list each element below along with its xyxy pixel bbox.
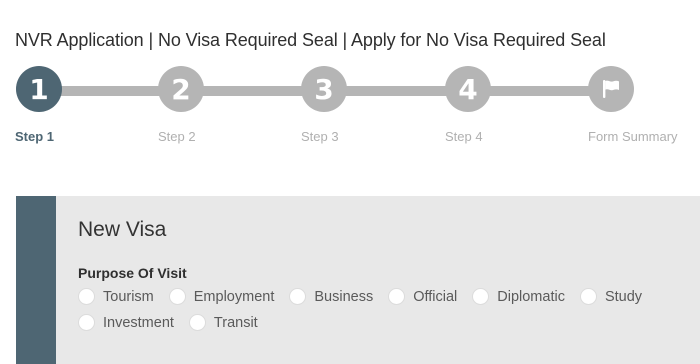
radio-label: Tourism <box>103 288 154 305</box>
step-4[interactable]: 4 Step 4 <box>445 62 575 152</box>
flag-icon <box>603 80 619 98</box>
step-2[interactable]: 2 Step 2 <box>158 62 288 152</box>
radio-label: Transit <box>213 314 258 331</box>
step-summary-circle <box>588 66 634 112</box>
new-visa-panel: New Visa Purpose Of Visit Tourism Employ… <box>16 196 700 364</box>
step-3[interactable]: 3 Step 3 <box>301 62 431 152</box>
purpose-radio-group-row-2: Investment Transit <box>78 314 274 331</box>
purpose-of-visit-label: Purpose Of Visit <box>78 265 187 281</box>
radio-option-official[interactable]: Official <box>388 288 457 305</box>
radio-option-investment[interactable]: Investment <box>78 314 174 331</box>
radio-button[interactable] <box>78 288 95 305</box>
radio-option-diplomatic[interactable]: Diplomatic <box>472 288 565 305</box>
step-4-circle: 4 <box>445 66 491 112</box>
radio-button[interactable] <box>388 288 406 305</box>
radio-label: Study <box>604 288 643 305</box>
page-title: NVR Application | No Visa Required Seal … <box>15 30 606 50</box>
radio-option-tourism[interactable]: Tourism <box>78 288 154 305</box>
step-form-summary[interactable]: Form Summary <box>588 62 700 152</box>
radio-label: Employment <box>193 288 275 305</box>
radio-option-business[interactable]: Business <box>289 288 373 305</box>
radio-label: Official <box>413 288 458 305</box>
step-summary-label: Form Summary <box>588 129 678 144</box>
radio-button[interactable] <box>472 288 490 305</box>
radio-button[interactable] <box>78 314 95 331</box>
step-1-circle: 1 <box>16 66 62 112</box>
purpose-radio-group-row-1: Tourism Employment Business Official Dip… <box>78 288 642 305</box>
radio-label: Business <box>314 288 374 305</box>
radio-button[interactable] <box>579 288 597 305</box>
radio-option-transit[interactable]: Transit <box>188 314 258 331</box>
radio-label: Investment <box>103 314 174 331</box>
radio-button[interactable] <box>289 288 307 305</box>
step-2-label: Step 2 <box>158 129 196 144</box>
step-2-circle: 2 <box>158 66 204 112</box>
step-1-label: Step 1 <box>15 129 55 144</box>
radio-option-study[interactable]: Study <box>579 288 643 305</box>
step-4-label: Step 4 <box>445 129 483 144</box>
radio-button[interactable] <box>168 288 186 305</box>
page: NVR Application | No Visa Required Seal … <box>0 0 700 364</box>
section-title: New Visa <box>78 218 167 241</box>
radio-option-employment[interactable]: Employment <box>168 288 275 305</box>
panel-accent-bar <box>16 196 56 364</box>
radio-button[interactable] <box>188 314 206 331</box>
radio-label: Diplomatic <box>497 288 565 305</box>
stepper: 1 Step 1 2 Step 2 3 Step 3 4 Step 4 Form… <box>0 62 700 152</box>
step-3-label: Step 3 <box>301 129 339 144</box>
step-3-circle: 3 <box>301 66 347 112</box>
step-1[interactable]: 1 Step 1 <box>15 62 146 152</box>
